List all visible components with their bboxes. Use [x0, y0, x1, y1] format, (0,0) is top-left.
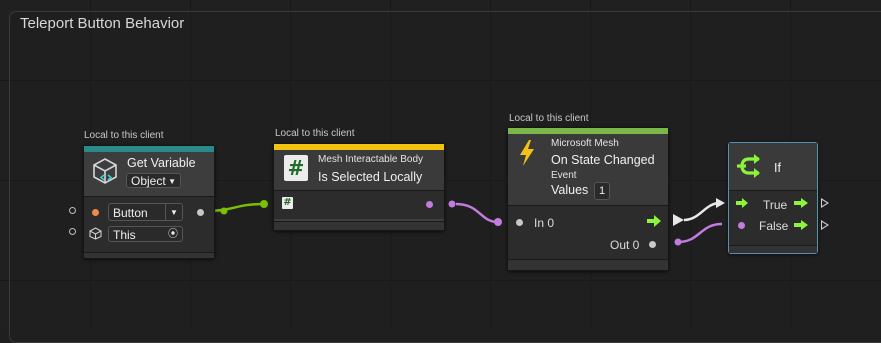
node-body: Button ▼ This ⦿ — [84, 196, 214, 254]
variable-name-value: Button — [113, 206, 148, 220]
node-header[interactable]: Microsoft Mesh On State Changed Event Va… — [508, 134, 668, 205]
node-body: In 0 Out 0 — [508, 205, 668, 259]
branch-icon — [737, 154, 760, 178]
node-footer — [84, 252, 214, 258]
bool-output-port[interactable] — [426, 201, 433, 208]
gameobject-icon — [89, 227, 102, 240]
wire-bool-2 — [677, 222, 723, 244]
unconnected-input-port[interactable] — [69, 228, 76, 235]
node-scope-caption: Local to this client — [509, 113, 589, 124]
flow-arrow-icon — [736, 198, 748, 208]
get-variable-node[interactable]: Get Variable Object ▼ Button ▼ This ⦿ — [83, 145, 215, 259]
output-port[interactable] — [197, 209, 204, 216]
is-selected-locally-node[interactable]: # Mesh Interactable Body Is Selected Loc… — [273, 143, 445, 231]
node-body: True False — [729, 190, 817, 246]
node-footer — [508, 259, 668, 270]
output-port[interactable] — [649, 241, 656, 248]
node-header[interactable]: If — [729, 143, 817, 190]
true-port-label: True — [763, 198, 788, 212]
unconnected-flow-output[interactable] — [821, 198, 829, 208]
flow-arrow-icon — [794, 198, 808, 208]
wire-flow — [683, 201, 721, 222]
bool-input-port[interactable] — [738, 222, 745, 229]
node-title: If — [774, 161, 781, 175]
port-out-label: Out 0 — [610, 238, 640, 252]
input-port[interactable] — [516, 219, 523, 226]
unconnected-input-port[interactable] — [69, 207, 76, 214]
node-scope-caption: Local to this client — [84, 130, 164, 141]
flow-arrow-icon — [647, 215, 661, 227]
node-kind: Event — [551, 170, 577, 181]
port-in-label: In 0 — [534, 216, 555, 230]
node-title: Is Selected Locally — [318, 170, 423, 184]
variable-type-dropdown[interactable]: Object ▼ — [126, 173, 181, 188]
node-subtitle: Microsoft Mesh — [551, 138, 619, 149]
object-target-value: This — [113, 228, 136, 242]
node-scope-caption: Local to this client — [275, 128, 355, 139]
unconnected-flow-output[interactable] — [821, 220, 829, 230]
target-picker-icon[interactable]: ⦿ — [168, 227, 178, 243]
values-count-field[interactable]: 1 — [594, 182, 610, 200]
variable-name-field[interactable]: Button ▼ — [108, 203, 183, 221]
string-port-icon[interactable] — [92, 209, 99, 216]
number-hash-icon: # — [284, 155, 308, 181]
node-title: Get Variable — [127, 156, 196, 170]
cube-variable-icon — [93, 158, 117, 184]
variable-type-value: Object — [131, 174, 166, 188]
flow-arrow-icon — [794, 220, 808, 230]
node-body: # — [274, 190, 444, 219]
lightning-bolt-icon — [520, 140, 534, 166]
node-footer — [274, 221, 444, 230]
node-footer — [729, 245, 817, 253]
if-node[interactable]: If True False — [728, 142, 818, 254]
object-target-field[interactable]: This ⦿ — [108, 226, 183, 242]
number-hash-icon: # — [282, 197, 293, 209]
node-title: On State Changed — [551, 153, 655, 167]
node-subtitle: Mesh Interactable Body — [318, 154, 424, 165]
false-port-label: False — [759, 219, 789, 233]
node-header[interactable]: Get Variable Object ▼ — [84, 152, 214, 195]
values-label: Values — [551, 183, 589, 197]
wire-bool-1 — [455, 202, 499, 224]
chevron-down-icon: ▼ — [168, 177, 176, 186]
node-header[interactable]: # Mesh Interactable Body Is Selected Loc… — [274, 150, 444, 190]
on-state-changed-node[interactable]: Microsoft Mesh On State Changed Event Va… — [507, 127, 669, 271]
chevron-down-icon[interactable]: ▼ — [165, 204, 182, 220]
